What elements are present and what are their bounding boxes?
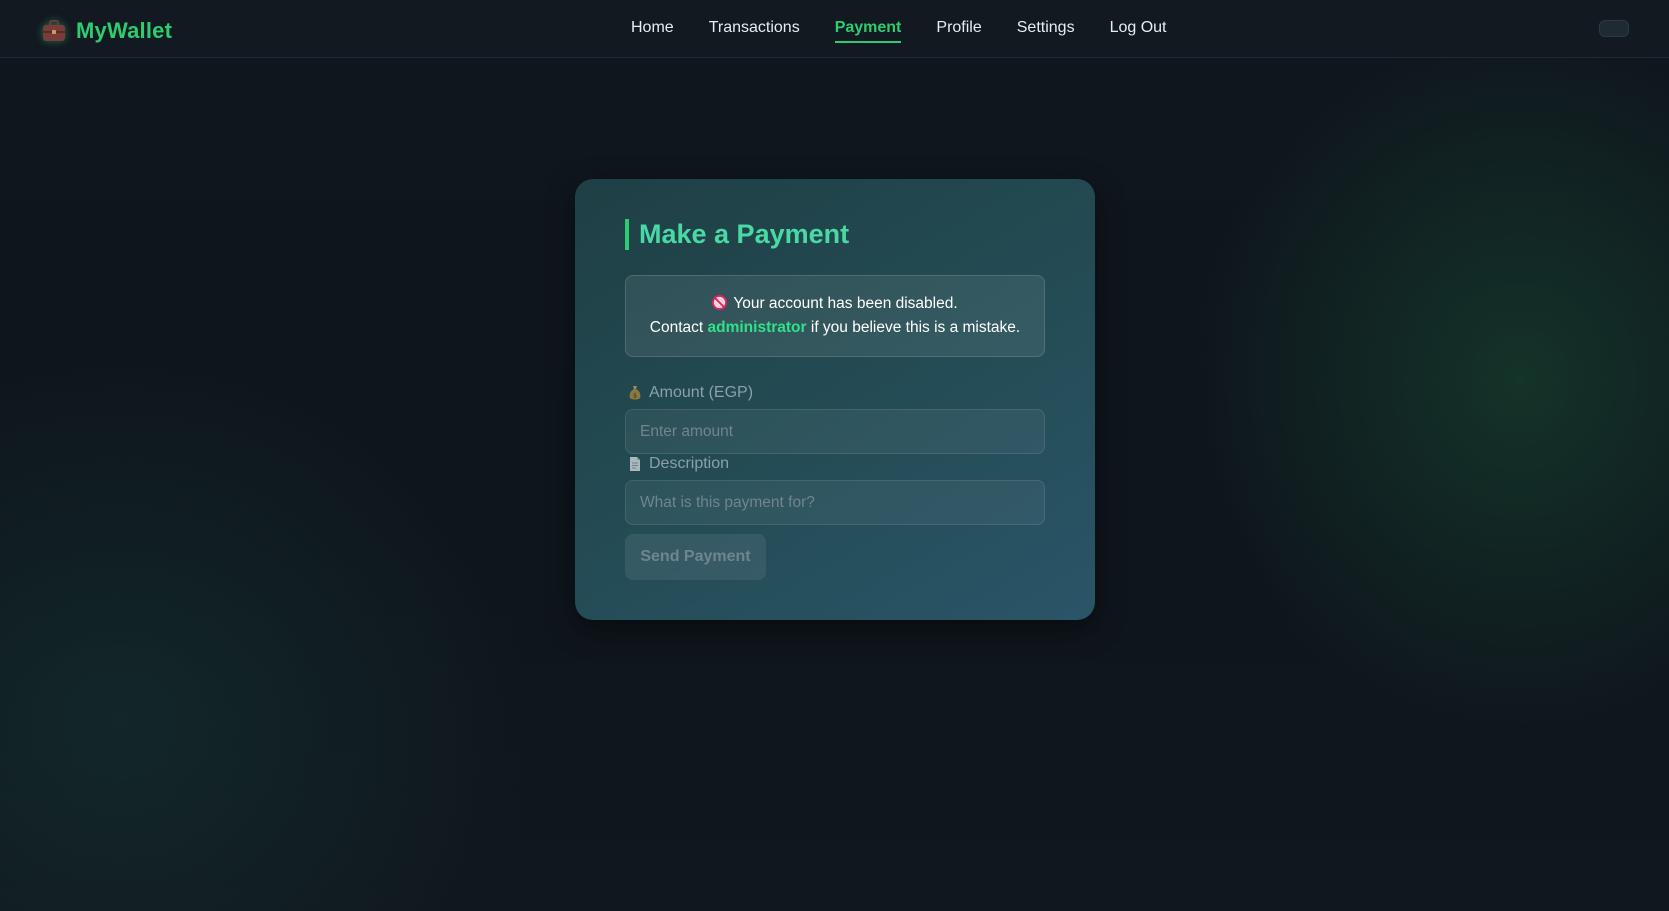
- send-payment-button[interactable]: Send Payment: [625, 534, 766, 580]
- brand-logo[interactable]: MyWallet: [42, 17, 172, 45]
- nav-logout[interactable]: Log Out: [1110, 19, 1167, 43]
- theme-toggle[interactable]: [1599, 20, 1629, 37]
- account-disabled-alert: Your account has been disabled. Contact …: [625, 275, 1045, 357]
- description-input[interactable]: [625, 480, 1045, 525]
- nav-home[interactable]: Home: [631, 19, 674, 43]
- brand-name: MyWallet: [76, 18, 173, 43]
- document-icon: [630, 457, 640, 471]
- no-entry-icon: [712, 295, 728, 310]
- nav-transactions[interactable]: Transactions: [709, 19, 800, 43]
- amount-label: $ Amount (EGP): [627, 384, 753, 402]
- administrator-link[interactable]: administrator: [708, 319, 807, 336]
- nav-payment[interactable]: Payment: [834, 19, 902, 43]
- alert-contact-prefix: Contact: [649, 319, 704, 336]
- svg-text:$: $: [633, 393, 637, 400]
- briefcase-icon: [43, 20, 65, 41]
- description-label: Description: [627, 455, 729, 473]
- alert-line-1: Your account has been disabled.: [626, 292, 1044, 316]
- amount-label-text: Amount (EGP): [649, 384, 754, 401]
- alert-contact-suffix: if you believe this is a mistake.: [810, 319, 1021, 336]
- nav-profile[interactable]: Profile: [936, 19, 981, 43]
- page-title: Make a Payment: [625, 219, 849, 250]
- money-bag-icon: $: [629, 386, 641, 400]
- main-nav: Home Transactions Payment Profile Settin…: [631, 19, 1202, 43]
- nav-settings[interactable]: Settings: [1017, 19, 1075, 43]
- alert-message: Your account has been disabled.: [733, 295, 958, 312]
- amount-input[interactable]: [625, 409, 1045, 454]
- description-label-text: Description: [649, 455, 730, 472]
- top-navbar: MyWallet Home Transactions Payment Profi…: [0, 0, 1669, 58]
- alert-line-2: Contact administrator if you believe thi…: [626, 316, 1044, 340]
- payment-card: Make a Payment Your account has been dis…: [575, 179, 1095, 620]
